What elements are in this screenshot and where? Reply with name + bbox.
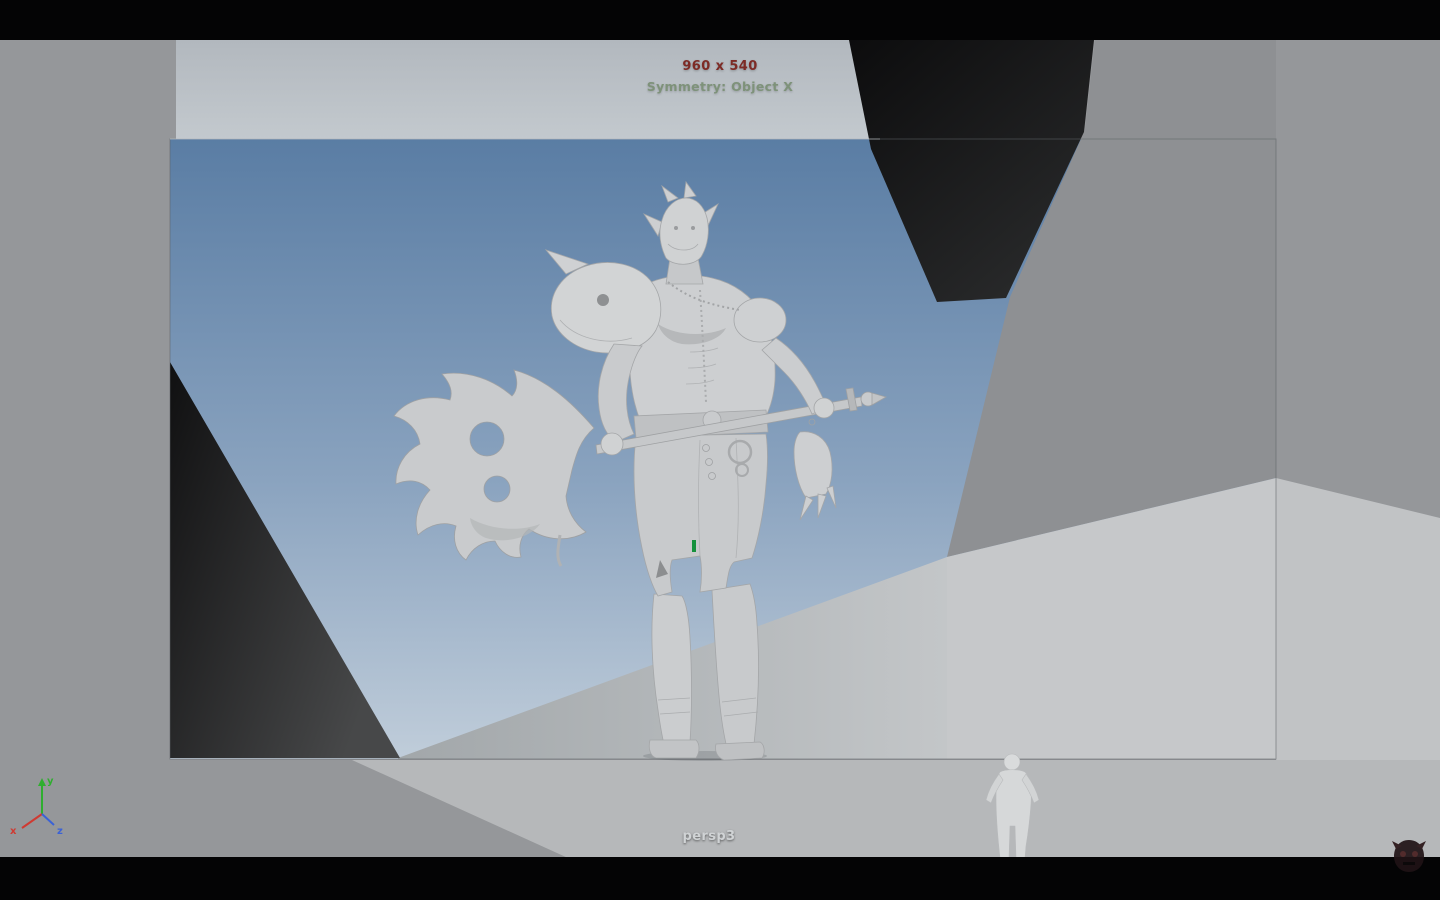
letterbox-bottom xyxy=(0,857,1440,900)
maya-viewport-screen: 960 x 540 Symmetry: Object X persp3 x y … xyxy=(0,0,1440,900)
axis-y-arrow-icon xyxy=(38,778,46,786)
eye-left xyxy=(674,226,678,230)
axis-z-label: z xyxy=(57,826,63,836)
character-right-shoulder[interactable] xyxy=(733,297,787,343)
resolution-gate-label: 960 x 540 xyxy=(682,59,758,74)
axis-y-label: y xyxy=(47,776,54,787)
figure-head[interactable] xyxy=(1003,753,1021,771)
pauldron-hole xyxy=(597,294,609,306)
selection-marker xyxy=(692,540,696,552)
viewport-3d-scene[interactable] xyxy=(0,0,1440,900)
axis-x-icon xyxy=(21,813,43,829)
axis-x-label: x xyxy=(10,826,17,836)
character-right-boot[interactable] xyxy=(715,741,765,761)
symmetry-status-label: Symmetry: Object X xyxy=(646,79,794,94)
axis-orientation-gizmo: x y z xyxy=(10,776,63,836)
letterbox-top xyxy=(0,0,1440,40)
watermark-logo-icon xyxy=(1392,840,1426,872)
character-right-hand[interactable] xyxy=(813,397,835,419)
watermark-eye-left xyxy=(1400,851,1406,857)
axis-z-icon xyxy=(41,813,55,826)
character-left-fist[interactable] xyxy=(600,432,624,456)
eye-right xyxy=(691,226,695,230)
camera-name-label: persp3 xyxy=(682,829,736,844)
character-pauldron[interactable] xyxy=(550,262,662,354)
watermark-eye-right xyxy=(1412,851,1418,857)
watermark-mouth xyxy=(1403,862,1415,865)
character-left-boot[interactable] xyxy=(648,739,700,759)
